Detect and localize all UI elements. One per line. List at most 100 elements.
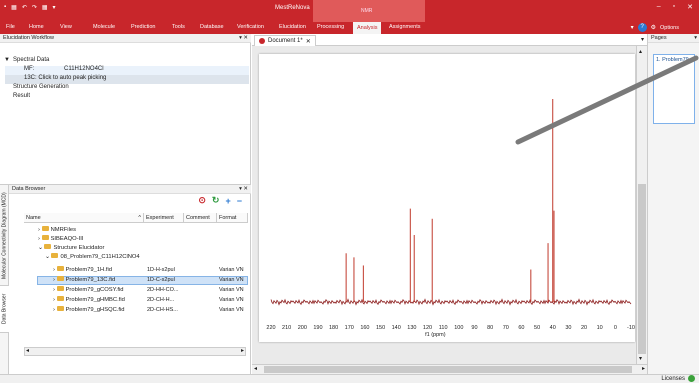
stop-icon[interactable]: ⊙	[198, 195, 206, 206]
tab-tools[interactable]: Tools	[172, 24, 185, 30]
folder-icon	[41, 234, 49, 240]
mf-row[interactable]	[5, 66, 249, 75]
chevron-down-icon[interactable]: ▼	[4, 57, 10, 63]
save-icon[interactable]: ▦	[11, 4, 17, 11]
close-icon[interactable]: ✕	[306, 38, 311, 45]
folder-icon	[56, 306, 64, 311]
experiment-cell: 1D-C-s2pul	[147, 277, 175, 283]
chevron-right-icon: ›	[38, 236, 40, 242]
pin-close-icon[interactable]: ▾	[641, 36, 644, 43]
undo-icon[interactable]: ↶	[22, 4, 27, 11]
tab-mcd[interactable]: Molecular Connectivity Diagram (MCD)	[0, 191, 9, 281]
tab-database[interactable]: Database	[200, 24, 224, 30]
table-row[interactable]: › Problem79_13C.fid	[53, 276, 143, 285]
axis-tick-label: 110	[439, 325, 448, 331]
format-cell: Varian VN	[219, 307, 244, 313]
list-item[interactable]: ⌄ Structure Elucidator	[38, 243, 104, 253]
axis-tick-label: 200	[298, 325, 307, 331]
table-row[interactable]: › Problem79_gHSQC.fid	[53, 306, 143, 315]
column-header-name[interactable]: Name ^	[24, 213, 144, 223]
baseline	[270, 298, 632, 306]
column-header-format[interactable]: Format	[217, 213, 248, 223]
chevron-right-icon: ›	[53, 297, 55, 303]
scrollbar-horizontal[interactable]: ◂ ▸	[24, 347, 246, 356]
tab-view[interactable]: View	[60, 24, 72, 30]
format-cell: Varian VN	[219, 267, 244, 273]
mf-value[interactable]: C11H12NO4Cl	[64, 66, 104, 72]
chevron-down-icon: ⌄	[45, 254, 50, 260]
redo-icon[interactable]: ↷	[32, 4, 37, 11]
structure-generation-node[interactable]: Structure Generation	[13, 84, 69, 90]
list-item[interactable]: › SIBEAQO-III	[38, 234, 83, 244]
axis-tick-label: 70	[503, 325, 509, 331]
document-icon	[259, 38, 265, 44]
table-row[interactable]: › Problem79_1H.fid	[53, 266, 143, 275]
window-title: MestReNova	[275, 5, 310, 11]
customize-qat-icon[interactable]: ▾	[53, 4, 56, 11]
side-tab-strip: Molecular Connectivity Diagram (MCD) Dat…	[0, 185, 9, 375]
context-tab-label: NMR	[361, 8, 373, 14]
table-row[interactable]: › Problem79_gHMBC.fid	[53, 296, 143, 305]
app-menu-icon[interactable]: ▪	[4, 4, 6, 11]
panel-header: Data Browser ▾ ✕	[9, 185, 251, 194]
restore-icon[interactable]: ▫	[673, 3, 675, 11]
tab-prediction[interactable]: Prediction	[131, 24, 155, 30]
format-cell: Varian VN	[219, 277, 244, 283]
tab-elucidation[interactable]: Elucidation	[279, 24, 306, 30]
folder-icon	[56, 286, 64, 291]
licenses-label[interactable]: Licenses	[661, 376, 685, 382]
refresh-icon[interactable]: ↻	[212, 195, 220, 206]
list-item[interactable]: › NMRFiles	[38, 225, 76, 235]
folder-icon	[44, 243, 52, 249]
axis-tick-label: 90	[471, 325, 477, 331]
scroll-right-icon[interactable]: ▸	[241, 347, 244, 354]
pin-close-icon[interactable]: ▾ ✕	[239, 35, 248, 41]
scroll-right-icon[interactable]: ▸	[642, 365, 645, 372]
chevron-right-icon: ›	[53, 307, 55, 313]
scroll-left-icon[interactable]: ◂	[254, 365, 257, 372]
tab-analysis[interactable]: Analysis	[353, 22, 382, 34]
ribbon-tabs: File Home View Molecule Prediction Tools…	[0, 22, 699, 34]
scroll-down-icon[interactable]: ▾	[639, 355, 642, 362]
tab-processing[interactable]: Processing	[317, 24, 344, 30]
axis-tick-label: 0	[614, 325, 617, 331]
column-header-comment[interactable]: Comment	[184, 213, 217, 223]
status-bar: Licenses	[0, 374, 699, 383]
pin-icon[interactable]: ▾	[694, 35, 697, 41]
chevron-down-icon[interactable]: ▾	[631, 24, 634, 31]
folder-icon	[41, 225, 49, 231]
c13-peak-picking-item[interactable]: 13C: Click to auto peak picking	[24, 75, 106, 81]
tab-document[interactable]: Document 1* ✕	[254, 35, 316, 46]
options-label[interactable]: Options	[660, 25, 679, 31]
list-item[interactable]: ⌄ 08_Problem79_C11H12ClNO4	[45, 252, 140, 262]
chevron-right-icon: ›	[53, 287, 55, 293]
spectral-data-node[interactable]: Spectral Data	[13, 57, 49, 63]
remove-icon[interactable]: −	[237, 196, 242, 206]
scrollbar-horizontal[interactable]: ◂ ▸	[252, 364, 647, 374]
add-icon[interactable]: +	[225, 196, 230, 206]
tab-home[interactable]: Home	[29, 24, 44, 30]
column-header-experiment[interactable]: Experiment	[144, 213, 184, 223]
options-icon[interactable]: ⚙	[651, 24, 656, 31]
quick-access-toolbar[interactable]: ▪ ▦ ↶ ↷ ▦ ▾	[4, 4, 56, 11]
scroll-left-icon[interactable]: ◂	[26, 347, 29, 354]
pin-close-icon[interactable]: ▾ ✕	[239, 186, 248, 192]
tab-data-browser[interactable]: Data Browser	[0, 285, 9, 333]
chevron-right-icon: ›	[53, 277, 55, 283]
tab-assignments[interactable]: Assignments	[389, 24, 421, 30]
axis-tick-label: 80	[487, 325, 493, 331]
table-row[interactable]: › Problem79_gCOSY.fid	[53, 286, 143, 295]
scrollbar-thumb[interactable]	[638, 184, 646, 354]
minimize-icon[interactable]: –	[657, 3, 661, 11]
mf-label: MF:	[24, 66, 35, 72]
result-node[interactable]: Result	[13, 93, 30, 99]
chevron-right-icon: ›	[53, 267, 55, 273]
tab-file[interactable]: File	[6, 24, 15, 30]
chevron-right-icon: ›	[38, 227, 40, 233]
tab-molecule[interactable]: Molecule	[93, 24, 115, 30]
help-icon[interactable]: ?	[637, 23, 647, 32]
close-icon[interactable]: ✕	[687, 3, 693, 11]
print-icon[interactable]: ▦	[42, 4, 48, 11]
tab-verification[interactable]: Verification	[237, 24, 264, 30]
scrollbar-thumb[interactable]	[264, 366, 632, 373]
